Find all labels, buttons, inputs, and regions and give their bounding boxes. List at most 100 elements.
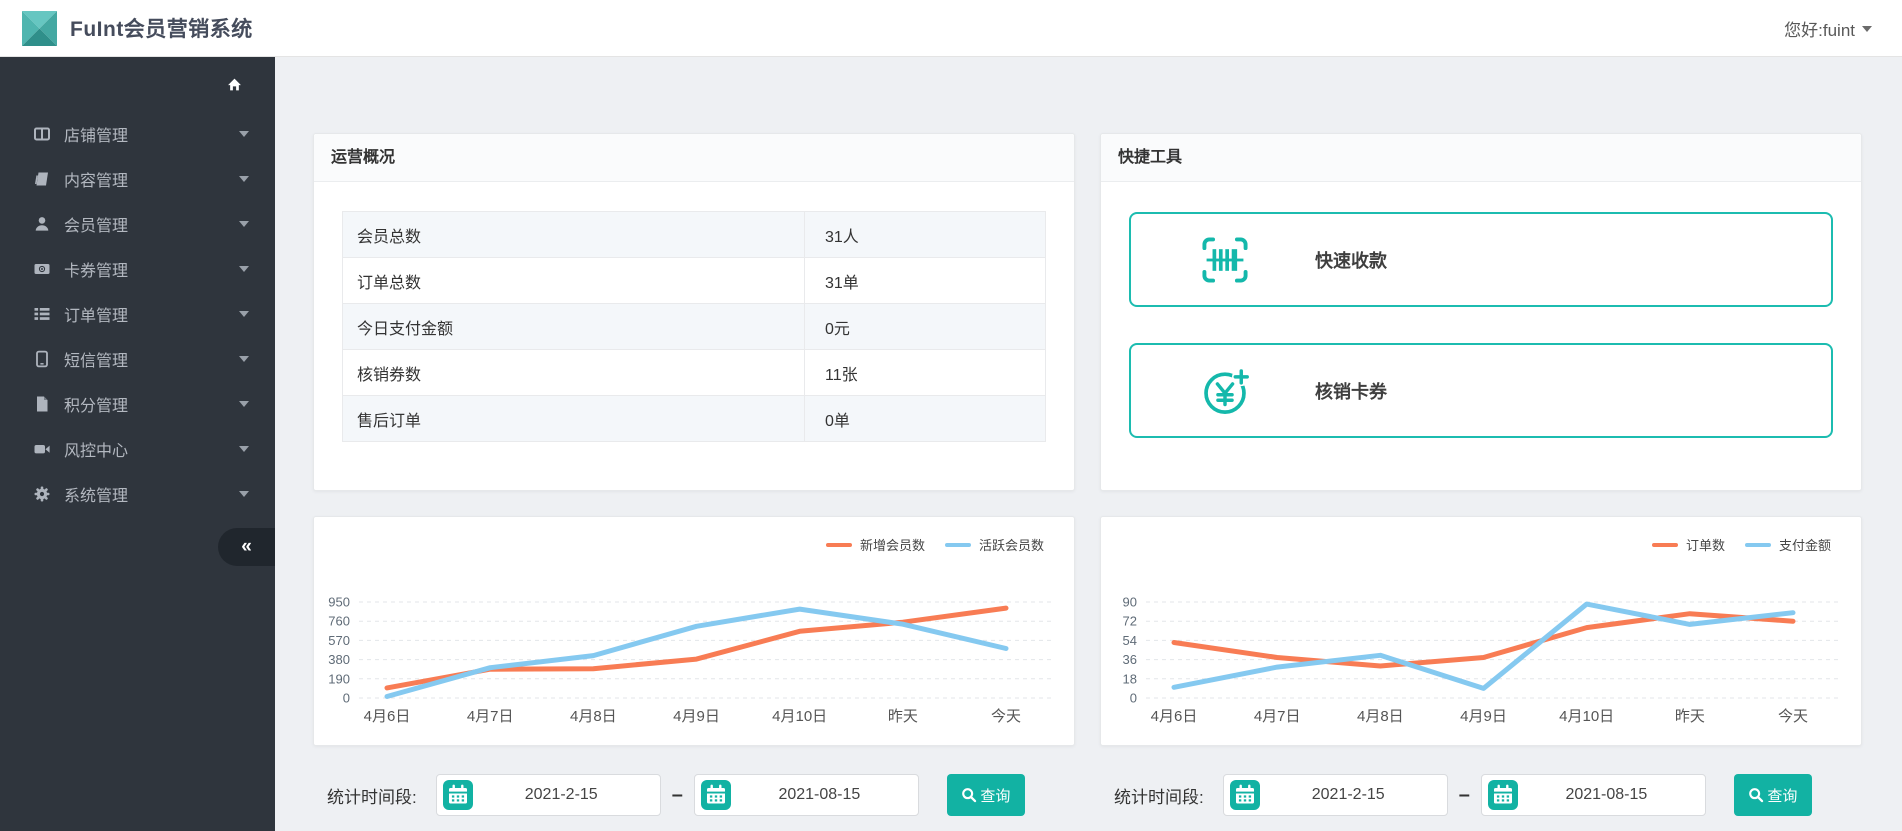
video-icon [33,440,51,458]
gear-icon [33,485,51,503]
chevron-down-icon [239,130,249,137]
sidebar-item-label: 订单管理 [64,307,129,325]
overview-table-row: 会员总数 31人 [342,211,1046,258]
legend-label: 新增会员数 [859,538,925,553]
sidebar-item-order[interactable]: 订单管理 [0,291,275,336]
search-button-label: 查询 [980,787,1011,805]
calendar-icon [442,780,473,810]
app-title: FuInt会员营销系统 [70,18,253,41]
chevron-down-icon [239,265,249,272]
brand: FuInt会员营销系统 [22,10,253,46]
sidebar-item-coupon[interactable]: 卡券管理 [0,246,275,291]
member-trend-chart-panel: 新增会员数 活跃会员数 0 190 380 570 760 950 4月6日 4月7日 4月8日… [313,516,1075,746]
start-date-value: 2021-2-15 [1311,786,1385,803]
svg-text:380: 380 [328,652,350,667]
overview-row-label: 核销券数 [342,349,805,396]
search-button[interactable]: 查询 [1733,774,1812,816]
user-greeting: 您好:fuint [1784,20,1855,40]
start-date-value: 2021-2-15 [524,786,598,803]
sidebar-item-sms[interactable]: 短信管理 [0,336,275,381]
search-button-label: 查询 [1767,787,1798,805]
sidebar-item-system[interactable]: 系统管理 [0,471,275,516]
sidebar-item-label: 系统管理 [64,487,129,505]
overview-row-label: 今日支付金额 [342,303,805,350]
file-icon [33,395,51,413]
app-logo-icon [22,10,57,46]
svg-text:4月8日: 4月8日 [570,708,617,725]
sidebar-nav: 店铺管理 内容管理 会员管理 卡券管理 订单管理 短信管理 积分管理 风控中心 [0,111,275,516]
overview-panel: 运营概况 会员总数 31人 订单总数 31单 今日支付金额 0元 核销券数 11… [313,133,1075,491]
svg-text:4月10日: 4月10日 [772,708,827,725]
legend-label: 订单数 [1685,538,1725,553]
start-date-input[interactable]: 2021-2-15 [435,774,661,816]
search-icon [961,787,977,803]
sidebar-item-shop[interactable]: 店铺管理 [0,111,275,156]
svg-text:4月9日: 4月9日 [673,708,720,725]
legend-item[interactable]: 支付金额 [1744,535,1831,554]
end-date-input[interactable]: 2021-08-15 [1480,774,1706,816]
chevron-down-icon [239,175,249,182]
search-icon [1748,787,1764,803]
legend-label: 活跃会员数 [978,538,1044,553]
search-button[interactable]: 查询 [946,774,1025,816]
svg-text:4月6日: 4月6日 [1151,708,1198,725]
legend-item[interactable]: 活跃会员数 [944,535,1044,554]
user-menu[interactable]: 您好:fuint [1784,16,1872,41]
legend-swatch [944,542,971,547]
calendar-icon [700,780,731,810]
redeem-coupon-button[interactable]: 核销卡券 [1129,343,1833,438]
coin-icon [1199,365,1251,417]
end-date-input[interactable]: 2021-08-15 [693,774,919,816]
legend-label: 支付金额 [1778,538,1831,553]
sidebar-item-label: 卡券管理 [64,262,129,280]
top-bar: FuInt会员营销系统 您好:fuint [0,0,1902,57]
quick-tools-panel-title: 快捷工具 [1101,134,1861,182]
sidebar-item-label: 会员管理 [64,217,129,235]
chevron-down-icon [239,310,249,317]
legend-item[interactable]: 订单数 [1651,535,1725,554]
quick-tools-panel: 快捷工具 快速收款 核销卡券 [1100,133,1862,491]
overview-row-value: 0元 [804,303,1046,350]
sidebar-item-label: 短信管理 [64,352,129,370]
svg-text:0: 0 [1130,691,1137,706]
chevron-down-icon [239,400,249,407]
stats-filter-label: 统计时间段: [1114,787,1204,807]
start-date-input[interactable]: 2021-2-15 [1222,774,1448,816]
svg-text:54: 54 [1123,633,1137,648]
home-icon[interactable] [226,76,243,93]
sidebar-item-label: 风控中心 [64,442,129,460]
sidebar-item-risk[interactable]: 风控中心 [0,426,275,471]
chart-legend: 订单数 支付金额 [1651,535,1831,554]
chevron-down-icon [239,220,249,227]
svg-text:570: 570 [328,633,350,648]
fast-collect-button[interactable]: 快速收款 [1129,212,1833,307]
overview-row-label: 售后订单 [342,395,805,442]
svg-text:950: 950 [328,595,350,610]
overview-table-row: 今日支付金额 0元 [342,303,1046,350]
sidebar-item-points[interactable]: 积分管理 [0,381,275,426]
order-trend-chart-panel: 订单数 支付金额 0 18 36 54 72 90 4月6日 4月7日 4月8日 4月9日 4月10… [1100,516,1862,746]
svg-text:昨天: 昨天 [888,708,918,725]
sidebar-item-content[interactable]: 内容管理 [0,156,275,201]
sidebar-item-member[interactable]: 会员管理 [0,201,275,246]
overview-table-row: 售后订单 0单 [342,395,1046,442]
overview-row-value: 11张 [804,349,1046,396]
svg-text:4月8日: 4月8日 [1357,708,1404,725]
svg-text:760: 760 [328,614,350,629]
book-icon [33,170,51,188]
tool-button-label: 核销卡券 [1315,381,1387,402]
overview-table-row: 订单总数 31单 [342,257,1046,304]
overview-row-value: 0单 [804,395,1046,442]
overview-row-label: 订单总数 [342,257,805,304]
calendar-icon [1229,780,1260,810]
chevron-down-icon [239,445,249,452]
sidebar-item-label: 内容管理 [64,172,129,190]
svg-text:18: 18 [1123,671,1137,686]
overview-table-row: 核销券数 11张 [342,349,1046,396]
svg-text:昨天: 昨天 [1675,708,1705,725]
legend-swatch [825,542,852,547]
legend-item[interactable]: 新增会员数 [825,535,925,554]
chevron-down-icon [239,490,249,497]
sidebar-collapse-button[interactable]: « [218,528,275,566]
svg-text:4月7日: 4月7日 [1254,708,1301,725]
